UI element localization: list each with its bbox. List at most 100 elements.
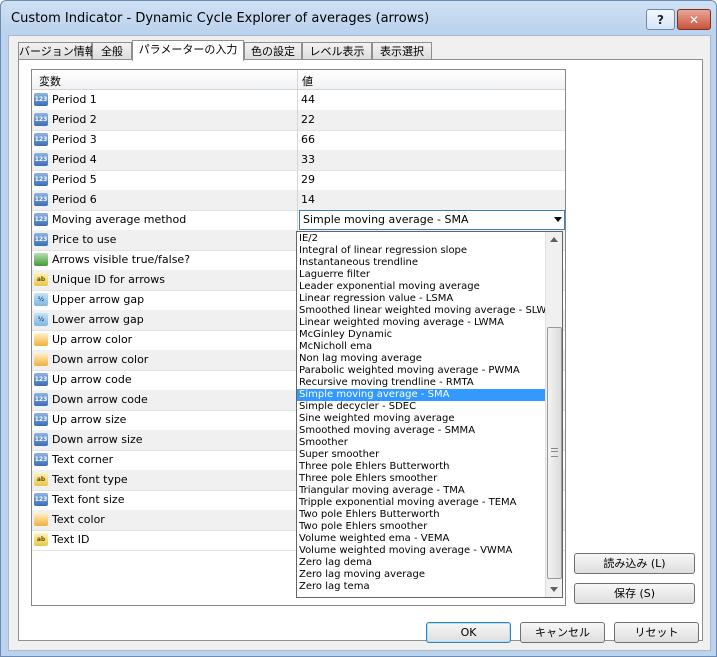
dropdown-option[interactable]: Smoothed moving average - SMMA bbox=[297, 425, 546, 437]
ma-method-combobox[interactable]: Simple moving average - SMA bbox=[299, 210, 565, 230]
parameter-name: Up arrow size bbox=[52, 413, 127, 426]
parameter-name: Period 6 bbox=[52, 193, 97, 206]
dropdown-option[interactable]: Three pole Ehlers Butterworth bbox=[297, 461, 546, 473]
dropdown-option[interactable]: Volume weighted moving average - VWMA bbox=[297, 545, 546, 557]
parameter-row[interactable]: 123 Period 5 29 bbox=[32, 170, 565, 191]
close-button[interactable]: ✕ bbox=[677, 9, 711, 30]
dropdown-option[interactable]: Super smoother bbox=[297, 449, 546, 461]
number-icon: 123 bbox=[34, 213, 48, 226]
number-icon: 123 bbox=[34, 193, 48, 206]
parameter-name: Lower arrow gap bbox=[52, 313, 144, 326]
parameter-value[interactable]: 29 bbox=[301, 173, 315, 186]
dropdown-option[interactable]: Zero lag tema bbox=[297, 581, 546, 593]
grid-header: 変数 値 bbox=[32, 70, 565, 90]
tab-input-parameters[interactable]: パラメーターの入力 bbox=[132, 40, 244, 61]
dropdown-option[interactable]: Laguerre filter bbox=[297, 269, 546, 281]
scroll-down-button[interactable] bbox=[546, 581, 562, 597]
dropdown-option[interactable]: Non lag moving average bbox=[297, 353, 546, 365]
string-icon: ab bbox=[34, 533, 48, 546]
number-icon: 123 bbox=[34, 433, 48, 446]
string-icon: ab bbox=[34, 273, 48, 286]
parameter-name: Unique ID for arrows bbox=[52, 273, 165, 286]
number-icon: 123 bbox=[34, 413, 48, 426]
parameter-value[interactable]: 14 bbox=[301, 193, 315, 206]
help-button[interactable]: ? bbox=[646, 9, 675, 30]
parameter-value[interactable]: 33 bbox=[301, 153, 315, 166]
dropdown-option[interactable]: Simple moving average - SMA bbox=[297, 389, 546, 401]
parameter-value[interactable]: 66 bbox=[301, 133, 315, 146]
dropdown-option[interactable]: IE/2 bbox=[297, 233, 546, 245]
dropdown-option[interactable]: Two pole Ehlers smoother bbox=[297, 521, 546, 533]
dropdown-option[interactable]: Integral of linear regression slope bbox=[297, 245, 546, 257]
dropdown-option[interactable]: Parabolic weighted moving average - PWMA bbox=[297, 365, 546, 377]
scroll-up-button[interactable] bbox=[546, 232, 562, 248]
header-value[interactable]: 値 bbox=[302, 73, 313, 89]
dropdown-option[interactable]: Linear weighted moving average - LWMA bbox=[297, 317, 546, 329]
load-button[interactable]: 読み込み (L) bbox=[574, 553, 695, 574]
number-icon: 123 bbox=[34, 133, 48, 146]
tab-visualization[interactable]: 表示選択 bbox=[372, 42, 432, 60]
cancel-button[interactable]: キャンセル bbox=[520, 622, 605, 643]
dropdown-option[interactable]: McNicholl ema bbox=[297, 341, 546, 353]
ok-button[interactable]: OK bbox=[426, 622, 511, 643]
parameter-row[interactable]: 123 Period 1 44 bbox=[32, 90, 565, 111]
color-icon bbox=[34, 333, 48, 346]
parameter-row[interactable]: 123 Period 4 33 bbox=[32, 150, 565, 171]
dropdown-option[interactable]: Volume weighted ema - VEMA bbox=[297, 533, 546, 545]
tab-version-info[interactable]: バージョン情報 bbox=[18, 42, 96, 60]
number-icon: 123 bbox=[34, 493, 48, 506]
parameter-name: Text font size bbox=[52, 493, 125, 506]
dropdown-option[interactable]: Simple decycler - SDEC bbox=[297, 401, 546, 413]
title-bar[interactable]: Custom Indicator - Dynamic Cycle Explore… bbox=[1, 1, 716, 35]
dropdown-option[interactable]: Instantaneous trendline bbox=[297, 257, 546, 269]
scroll-up-arrow-icon bbox=[550, 237, 558, 242]
save-button[interactable]: 保存 (S) bbox=[574, 583, 695, 604]
dropdown-option[interactable]: Zero lag moving average bbox=[297, 569, 546, 581]
parameter-row[interactable]: 123 Period 3 66 bbox=[32, 130, 565, 151]
reset-button[interactable]: リセット bbox=[614, 622, 699, 643]
parameter-value[interactable]: 22 bbox=[301, 113, 315, 126]
parameter-row[interactable]: 123 Period 6 14 bbox=[32, 190, 565, 211]
tab-general[interactable]: 全般 bbox=[92, 42, 132, 60]
color-icon bbox=[34, 353, 48, 366]
fraction-icon: ½ bbox=[34, 313, 48, 326]
dropdown-option[interactable]: Triangular moving average - TMA bbox=[297, 485, 546, 497]
tab-colors[interactable]: 色の設定 bbox=[244, 42, 302, 60]
parameter-name: Text ID bbox=[52, 533, 90, 546]
dropdown-option[interactable]: Tripple exponential moving average - TEM… bbox=[297, 497, 546, 509]
parameter-row[interactable]: 123 Period 2 22 bbox=[32, 110, 565, 131]
parameter-name: Text color bbox=[52, 513, 105, 526]
parameter-name: Arrows visible true/false? bbox=[52, 253, 191, 266]
parameter-name: Period 3 bbox=[52, 133, 97, 146]
dropdown-scrollbar[interactable] bbox=[545, 232, 562, 597]
grip-icon bbox=[551, 448, 558, 457]
dropdown-option[interactable]: Three pole Ehlers smoother bbox=[297, 473, 546, 485]
dropdown-option[interactable]: Leader exponential moving average bbox=[297, 281, 546, 293]
dropdown-option[interactable]: Smoothed linear weighted moving average … bbox=[297, 305, 546, 317]
header-variable[interactable]: 変数 bbox=[39, 73, 61, 89]
dropdown-arrow-icon[interactable] bbox=[554, 217, 562, 222]
color-icon bbox=[34, 513, 48, 526]
dropdown-option[interactable]: Two pole Ehlers Butterworth bbox=[297, 509, 546, 521]
dropdown-option[interactable]: Sine weighted moving average bbox=[297, 413, 546, 425]
tab-levels[interactable]: レベル表示 bbox=[302, 42, 372, 60]
number-icon: 123 bbox=[34, 153, 48, 166]
dropdown-option[interactable]: Zero lag dema bbox=[297, 557, 546, 569]
dropdown-option[interactable]: McGinley Dynamic bbox=[297, 329, 546, 341]
parameter-name: Upper arrow gap bbox=[52, 293, 145, 306]
parameter-value[interactable]: 44 bbox=[301, 93, 315, 106]
parameter-name: Moving average method bbox=[52, 213, 187, 226]
dropdown-option[interactable]: Smoother bbox=[297, 437, 546, 449]
ma-method-dropdown-list[interactable]: IE/2 Integral of linear regression slope I… bbox=[296, 231, 563, 598]
parameter-name: Period 5 bbox=[52, 173, 97, 186]
parameter-name: Up arrow code bbox=[52, 373, 132, 386]
scroll-down-arrow-icon bbox=[550, 587, 558, 592]
parameter-name: Period 4 bbox=[52, 153, 97, 166]
dropdown-option[interactable]: Linear regression value - LSMA bbox=[297, 293, 546, 305]
parameter-row[interactable]: 123 Moving average method Simple moving av… bbox=[32, 210, 565, 231]
combobox-value: Simple moving average - SMA bbox=[303, 213, 469, 226]
scroll-thumb[interactable] bbox=[547, 327, 562, 579]
dropdown-option[interactable]: Recursive moving trendline - RMTA bbox=[297, 377, 546, 389]
parameter-name: Down arrow code bbox=[52, 393, 148, 406]
number-icon: 123 bbox=[34, 393, 48, 406]
